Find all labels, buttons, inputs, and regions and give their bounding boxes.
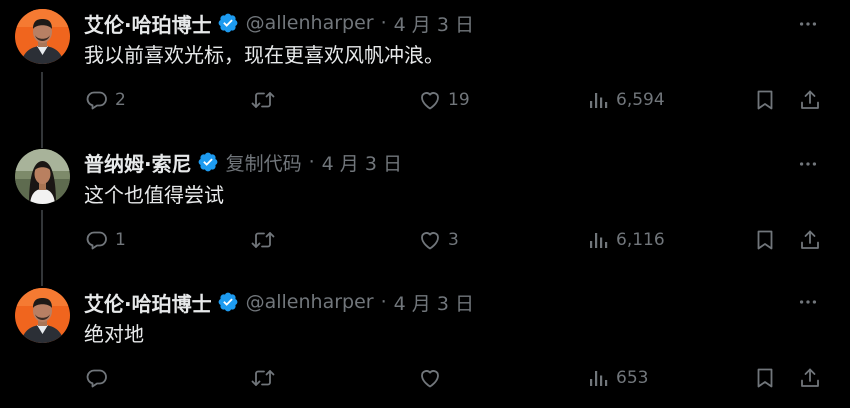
like-button[interactable]: 19 — [418, 86, 470, 114]
separator-dot: · — [380, 291, 387, 313]
tweet-header: 普纳姆·索尼 复制代码 · 4 月 3 日 — [84, 148, 402, 176]
like-count: 3 — [448, 230, 459, 250]
views-button[interactable]: 653 — [586, 364, 648, 392]
like-count: 19 — [448, 90, 470, 110]
like-button[interactable] — [418, 364, 448, 392]
retweet-button[interactable] — [250, 226, 282, 254]
like-icon — [421, 92, 439, 110]
views-count: 653 — [616, 368, 649, 388]
tweet[interactable]: 艾伦·哈珀博士 @allenharper · 4 月 3 日 绝对地 653 — [0, 280, 850, 408]
avatar[interactable] — [15, 149, 70, 204]
verified-badge-icon — [217, 291, 239, 313]
like-icon — [421, 232, 439, 250]
bookmark-button[interactable] — [753, 226, 777, 254]
author-handle[interactable]: @allenharper — [246, 12, 374, 34]
tweet-text: 这个也值得尝试 — [84, 183, 224, 207]
views-button[interactable]: 6,116 — [586, 226, 665, 254]
tweet[interactable]: 普纳姆·索尼 复制代码 · 4 月 3 日 这个也值得尝试 1 3 6,116 — [0, 140, 850, 280]
retweet-icon — [251, 92, 275, 108]
avatar-man-icon — [15, 9, 70, 64]
tweet-text: 我以前喜欢光标，现在更喜欢风帆冲浪。 — [84, 43, 444, 67]
more-icon[interactable] — [796, 152, 820, 176]
tweet-thread: 艾伦·哈珀博士 @allenharper · 4 月 3 日 我以前喜欢光标，现… — [0, 0, 850, 408]
retweet-icon — [251, 370, 275, 386]
verified-badge-icon — [217, 12, 239, 34]
share-icon — [801, 368, 819, 387]
tweet-header: 艾伦·哈珀博士 @allenharper · 4 月 3 日 — [84, 9, 474, 37]
avatar[interactable] — [15, 288, 70, 343]
author-name[interactable]: 普纳姆·索尼 — [84, 148, 192, 177]
reply-count: 1 — [115, 230, 126, 250]
bookmark-icon — [757, 230, 773, 250]
more-icon[interactable] — [796, 12, 820, 36]
bookmark-button[interactable] — [753, 86, 777, 114]
separator-dot: · — [308, 151, 315, 173]
like-icon — [421, 370, 439, 388]
views-count: 6,116 — [616, 230, 665, 250]
reply-button[interactable]: 2 — [85, 86, 126, 114]
tweet[interactable]: 艾伦·哈珀博士 @allenharper · 4 月 3 日 我以前喜欢光标，现… — [0, 0, 850, 140]
views-icon — [590, 233, 608, 248]
share-icon — [801, 90, 819, 109]
author-handle[interactable]: 复制代码 — [226, 149, 302, 176]
tweet-text: 绝对地 — [84, 322, 144, 346]
author-name[interactable]: 艾伦·哈珀博士 — [84, 9, 212, 38]
tweet-header: 艾伦·哈珀博士 @allenharper · 4 月 3 日 — [84, 288, 474, 316]
reply-icon — [86, 231, 107, 250]
avatar-man-icon — [15, 288, 70, 343]
tweet-date[interactable]: 4 月 3 日 — [322, 149, 402, 176]
reply-button[interactable] — [85, 364, 115, 392]
tweet-date[interactable]: 4 月 3 日 — [394, 289, 474, 316]
reply-count: 2 — [115, 90, 126, 110]
author-handle[interactable]: @allenharper — [246, 291, 374, 313]
avatar[interactable] — [15, 9, 70, 64]
reply-button[interactable]: 1 — [85, 226, 126, 254]
share-icon — [801, 230, 819, 249]
bookmark-button[interactable] — [753, 364, 777, 392]
retweet-button[interactable] — [250, 364, 282, 392]
more-icon[interactable] — [796, 290, 820, 314]
separator-dot: · — [380, 12, 387, 34]
retweet-icon — [251, 232, 275, 248]
verified-badge-icon — [197, 151, 219, 173]
share-button[interactable] — [798, 226, 822, 254]
views-icon — [590, 93, 608, 108]
reply-icon — [86, 91, 107, 110]
views-count: 6,594 — [616, 90, 665, 110]
bookmark-icon — [757, 90, 773, 110]
views-button[interactable]: 6,594 — [586, 86, 665, 114]
bookmark-icon — [757, 368, 773, 388]
reply-icon — [86, 369, 107, 388]
share-button[interactable] — [798, 364, 822, 392]
share-button[interactable] — [798, 86, 822, 114]
author-name[interactable]: 艾伦·哈珀博士 — [84, 288, 212, 317]
retweet-button[interactable] — [250, 86, 282, 114]
tweet-date[interactable]: 4 月 3 日 — [394, 10, 474, 37]
views-icon — [590, 371, 608, 386]
avatar-woman-icon — [15, 149, 70, 204]
like-button[interactable]: 3 — [418, 226, 459, 254]
